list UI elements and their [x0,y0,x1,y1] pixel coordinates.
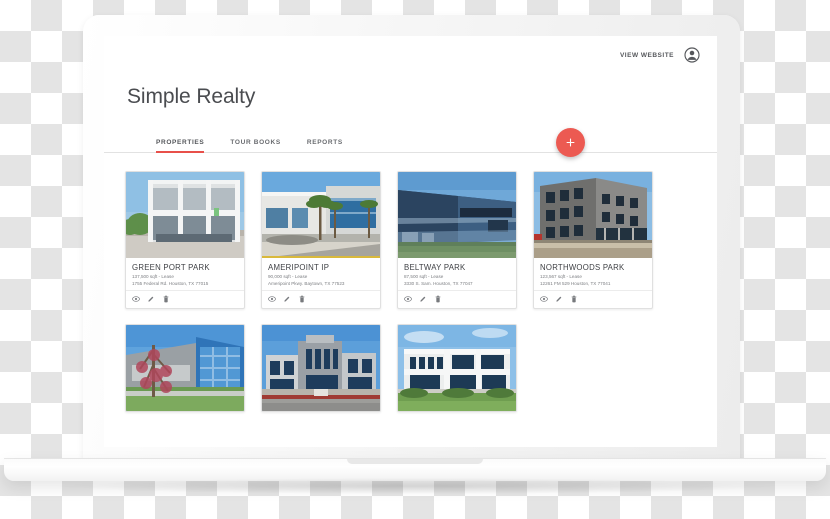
tab-tour-books[interactable]: TOUR BOOKS [230,139,280,152]
view-icon[interactable] [540,295,548,303]
edit-icon[interactable] [555,295,563,303]
card-action-bar [262,290,380,308]
property-size: 137,500 sqft - Lease [132,274,174,279]
card-action-bar [534,290,652,308]
laptop-shadow [60,478,770,494]
white-two-story-office-building-photo [398,325,516,412]
property-info: AMERIPOINT IP 90,000 sqft - Lease Amerip… [262,258,380,290]
edit-icon[interactable] [419,295,427,303]
property-info: BELTWAY PARK 87,500 sqft - Lease 3330 S.… [398,258,516,290]
tab-properties[interactable]: PROPERTIES [156,139,205,153]
property-card[interactable]: AMERIPOINT IP 90,000 sqft - Lease Amerip… [261,171,381,310]
property-size: 87,500 sqft - Lease [404,274,444,279]
card-action-bar [398,290,516,308]
view-website-link[interactable]: VIEW WEBSITE [620,52,674,59]
delete-icon[interactable] [298,295,306,303]
blue-glass-building-with-tree-photo [126,325,244,412]
grey-industrial-office-building-photo [262,325,380,412]
tab-bar: PROPERTIES TOUR BOOKS REPORTS [104,128,717,157]
property-card[interactable]: GREEN PORT PARK 137,500 sqft - Lease 175… [125,171,245,310]
grey-stone-corner-office-building-photo [534,172,652,258]
modern-white-office-building-photo [126,172,244,258]
tab-reports[interactable]: REPORTS [307,139,343,152]
delete-icon[interactable] [434,295,442,303]
app-header: VIEW WEBSITE [104,36,717,74]
tab-list: PROPERTIES TOUR BOOKS REPORTS [156,139,717,153]
property-name: GREEN PORT PARK [132,263,210,272]
delete-icon[interactable] [570,295,578,303]
property-address: Ameripoint Pkwy. Baytown, TX 77523 [268,280,345,286]
property-card[interactable]: BELTWAY PARK 87,500 sqft - Lease 3330 S.… [397,171,517,310]
card-action-bar [126,290,244,308]
view-icon[interactable] [268,295,276,303]
add-property-button[interactable] [556,128,585,157]
edit-icon[interactable] [283,295,291,303]
property-address: 12261 FM 529 Houston, TX 77041 [540,280,611,286]
property-card[interactable] [397,324,517,413]
property-size: 123,567 sqft - Lease [540,274,582,279]
page-title: Simple Realty [127,85,256,108]
property-card[interactable] [261,324,381,413]
plus-icon [566,138,575,147]
edit-icon[interactable] [147,295,155,303]
property-name: NORTHWOODS PARK [540,263,625,272]
office-building-with-palm-trees-photo [262,172,380,258]
blue-glass-office-building-photo [398,172,516,258]
property-size: 90,000 sqft - Lease [268,274,308,279]
laptop-screen: VIEW WEBSITE Simple Realty PROPERTIES TO… [104,36,717,447]
property-info: GREEN PORT PARK 137,500 sqft - Lease 175… [126,258,244,290]
property-info: NORTHWOODS PARK 123,567 sqft - Lease 122… [534,258,652,290]
app-window: VIEW WEBSITE Simple Realty PROPERTIES TO… [104,36,717,447]
property-address: 1755 Federal Rd. Houston, TX 77015 [132,280,209,286]
laptop-trackpad-notch [347,459,483,464]
delete-icon[interactable] [162,295,170,303]
property-grid: GREEN PORT PARK 137,500 sqft - Lease 175… [104,153,717,413]
property-card[interactable]: NORTHWOODS PARK 123,567 sqft - Lease 122… [533,171,653,310]
account-circle-icon[interactable] [684,47,700,63]
view-icon[interactable] [132,295,140,303]
property-name: AMERIPOINT IP [268,263,330,272]
property-name: BELTWAY PARK [404,263,466,272]
view-icon[interactable] [404,295,412,303]
property-card[interactable] [125,324,245,413]
property-address: 3330 S. Sam. Houston, TX 77047 [404,280,473,286]
laptop-mockup: VIEW WEBSITE Simple Realty PROPERTIES TO… [0,0,830,519]
